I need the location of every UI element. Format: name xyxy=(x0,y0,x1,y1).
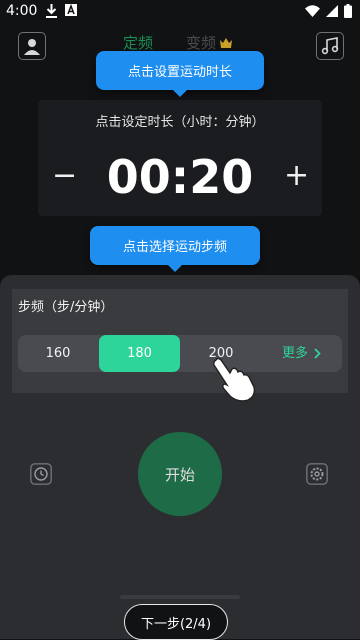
next-step-button[interactable]: 下一步(2/4) xyxy=(124,604,228,640)
status-bar: 4:00 xyxy=(0,0,360,24)
gear-icon[interactable] xyxy=(306,463,328,485)
tab-fixed-cadence[interactable]: 定频 xyxy=(123,32,153,53)
more-cadence-button[interactable]: 更多 xyxy=(282,335,321,372)
download-icon xyxy=(46,4,57,18)
app-notification-icon xyxy=(65,4,77,16)
next-step-label: 下一步(2/4) xyxy=(140,616,212,632)
music-button[interactable] xyxy=(316,32,344,60)
cadence-option-180[interactable]: 180 xyxy=(99,335,180,372)
status-time: 4:00 xyxy=(6,3,38,19)
increase-duration-button[interactable]: + xyxy=(284,158,309,193)
cadence-tooltip-text: 点击选择运动步频 xyxy=(122,240,227,255)
crown-icon xyxy=(220,37,233,48)
duration-tooltip-text: 点击设置运动时长 xyxy=(127,65,232,80)
battery-icon xyxy=(344,4,352,18)
notification-icons xyxy=(46,4,77,18)
cadence-label: 步频（步/分钟） xyxy=(18,300,114,315)
duration-label: 点击设定时长（小时：分钟） xyxy=(95,115,265,130)
tab-variable-cadence[interactable]: 变频 xyxy=(186,32,233,53)
music-note-icon xyxy=(321,37,339,55)
cadence-tooltip: 点击选择运动步频 xyxy=(90,226,260,272)
person-icon xyxy=(24,39,40,55)
start-label: 开始 xyxy=(164,465,195,484)
chevron-right-icon xyxy=(314,348,321,359)
tab-variable-label: 变频 xyxy=(186,34,217,52)
pointing-hand-icon xyxy=(213,357,256,402)
signal-icon xyxy=(326,5,338,17)
history-icon[interactable] xyxy=(30,463,52,485)
profile-button[interactable] xyxy=(18,32,46,60)
guide-progress xyxy=(120,595,240,599)
system-icons xyxy=(305,4,352,18)
more-label: 更多 xyxy=(282,346,309,361)
duration-tooltip: 点击设置运动时长 xyxy=(96,51,264,97)
start-button[interactable]: 开始 xyxy=(138,432,222,516)
cadence-option-160[interactable]: 160 xyxy=(18,335,98,372)
wifi-icon xyxy=(305,5,320,17)
